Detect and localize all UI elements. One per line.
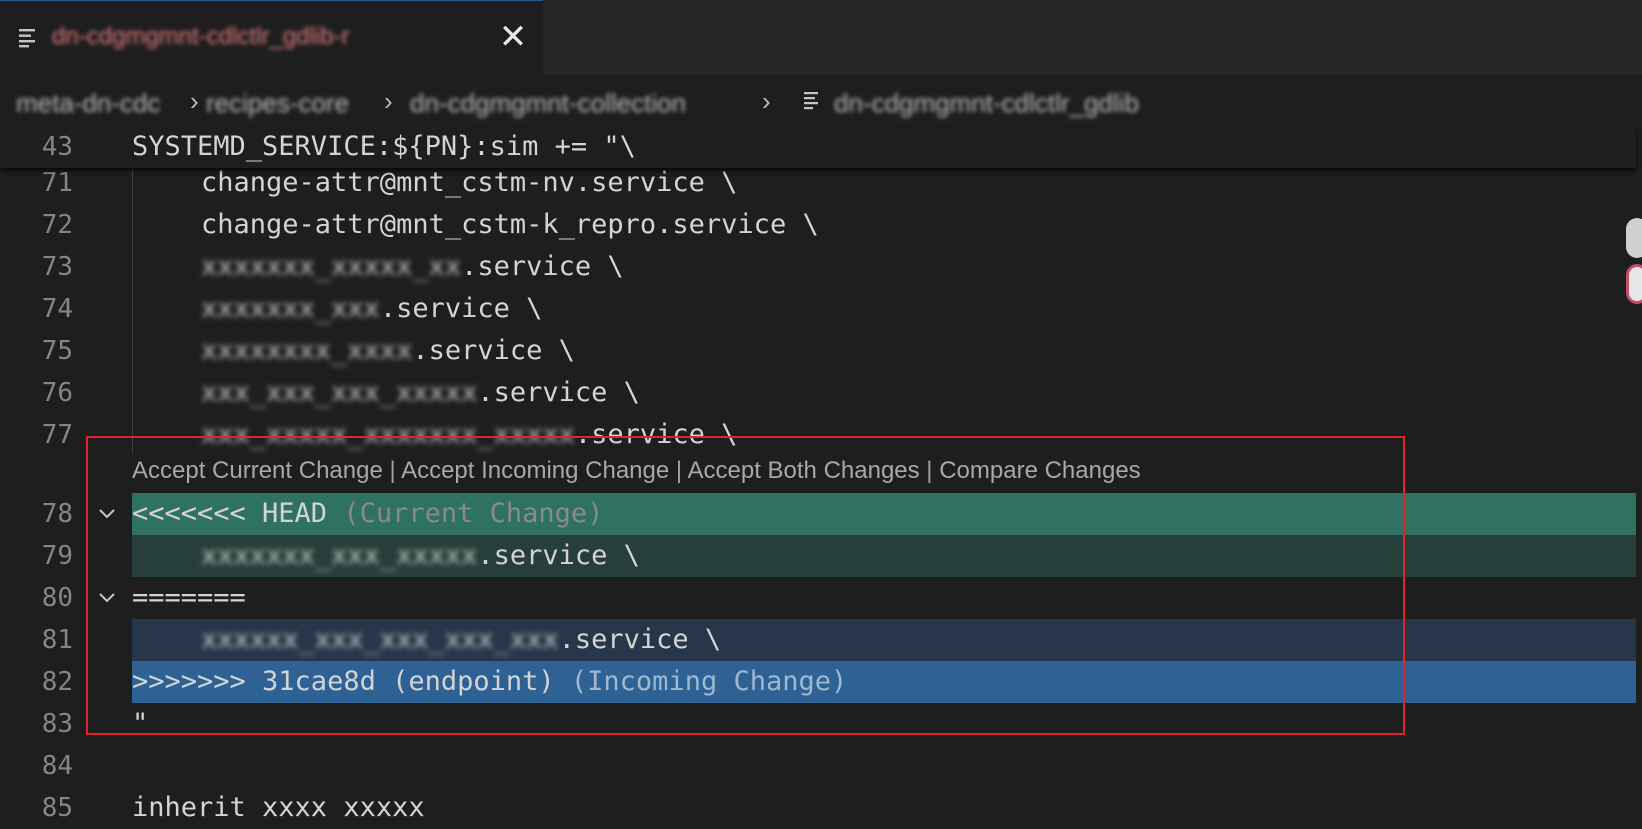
code-suffix: .service \ bbox=[379, 293, 543, 324]
file-lines-icon bbox=[19, 29, 35, 48]
minimap-marker[interactable] bbox=[1626, 218, 1642, 258]
code-text: change-attr@mnt_cstm-nv.service \ bbox=[201, 167, 738, 198]
obscured-text: xxxxxxx_xxx bbox=[201, 293, 380, 324]
obscured-text: xxx_xxx_xxx_xxxxx bbox=[201, 377, 478, 408]
code-line[interactable]: 76 xxx_xxx_xxx_xxxxx.service \ bbox=[0, 372, 1642, 414]
line-number: 73 bbox=[41, 252, 73, 282]
line-number: 77 bbox=[41, 420, 73, 450]
line-number: 79 bbox=[41, 541, 73, 571]
code-line[interactable]: 75 xxxxxxxx_xxxx.service \ bbox=[0, 330, 1642, 372]
code-text: xxxxxxx_xxxxx_xx.service \ bbox=[201, 246, 624, 288]
code-line[interactable]: 84 bbox=[0, 745, 1642, 787]
code-text: xxxxxxxx_xxxx.service \ bbox=[201, 330, 575, 372]
code-line[interactable]: 74 xxxxxxx_xxx.service \ bbox=[0, 288, 1642, 330]
line-number: 80 bbox=[41, 583, 73, 613]
code-text: xxx_xxx_xxx_xxxxx.service \ bbox=[201, 372, 640, 414]
breadcrumb-item[interactable]: dn-cdgmgmnt-collection bbox=[410, 88, 686, 119]
file-lines-icon bbox=[804, 92, 818, 110]
annotation-highlight-box bbox=[86, 436, 1405, 735]
line-number: 71 bbox=[41, 168, 73, 198]
line-number: 83 bbox=[41, 709, 73, 739]
code-suffix: .service \ bbox=[412, 335, 575, 366]
line-number: 85 bbox=[41, 793, 73, 823]
line-number: 78 bbox=[41, 499, 73, 529]
code-line[interactable]: 71 change-attr@mnt_cstm-nv.service \ bbox=[0, 162, 1642, 204]
line-number: 43 bbox=[41, 132, 73, 162]
breadcrumb-separator: › bbox=[762, 86, 771, 116]
code-text: inherit xxxx xxxxx bbox=[132, 792, 425, 823]
error-marker-icon[interactable] bbox=[1626, 264, 1642, 304]
breadcrumb-item-current[interactable]: dn-cdgmgmnt-cdlctlr_gdlib bbox=[834, 88, 1139, 119]
line-number: 75 bbox=[41, 336, 73, 366]
breadcrumb-separator: › bbox=[384, 86, 393, 116]
code-line[interactable]: 72 change-attr@mnt_cstm-k_repro.service … bbox=[0, 204, 1642, 246]
breadcrumb: meta-dn-cdc › recipes-core › dn-cdgmgmnt… bbox=[0, 76, 1642, 128]
code-suffix: .service \ bbox=[477, 377, 640, 408]
editor-tab-active[interactable]: dn-cdgmgmnt-cdlctlr_gdlib-r ✕ bbox=[0, 0, 543, 76]
obscured-text: xxxxxxx_xxxxx_xx bbox=[201, 251, 462, 282]
code-text: change-attr@mnt_cstm-k_repro.service \ bbox=[201, 209, 819, 240]
tab-label: dn-cdgmgmnt-cdlctlr_gdlib-r bbox=[52, 23, 350, 50]
code-text: SYSTEMD_SERVICE:${PN}:sim += "\ bbox=[132, 131, 636, 162]
line-number: 76 bbox=[41, 378, 73, 408]
obscured-text: xxxxxxxx_xxxx bbox=[201, 335, 413, 366]
line-number: 81 bbox=[41, 625, 73, 655]
line-number: 84 bbox=[41, 751, 73, 781]
code-suffix: .service \ bbox=[461, 251, 624, 282]
code-line[interactable]: 85 inherit xxxx xxxxx bbox=[0, 787, 1642, 829]
line-number: 72 bbox=[41, 210, 73, 240]
close-icon[interactable]: ✕ bbox=[497, 17, 529, 57]
line-number: 82 bbox=[41, 667, 73, 697]
breadcrumb-item[interactable]: meta-dn-cdc bbox=[16, 88, 161, 119]
line-number: 74 bbox=[41, 294, 73, 324]
sticky-scroll-line[interactable]: 43 SYSTEMD_SERVICE:${PN}:sim += "\ bbox=[0, 128, 1636, 168]
editor-tab-bar: dn-cdgmgmnt-cdlctlr_gdlib-r ✕ bbox=[0, 0, 1642, 76]
breadcrumb-item[interactable]: recipes-core bbox=[206, 88, 349, 119]
code-text: xxxxxxx_xxx.service \ bbox=[201, 288, 542, 330]
breadcrumb-separator: › bbox=[190, 86, 199, 116]
code-line[interactable]: 73 xxxxxxx_xxxxx_xx.service \ bbox=[0, 246, 1642, 288]
